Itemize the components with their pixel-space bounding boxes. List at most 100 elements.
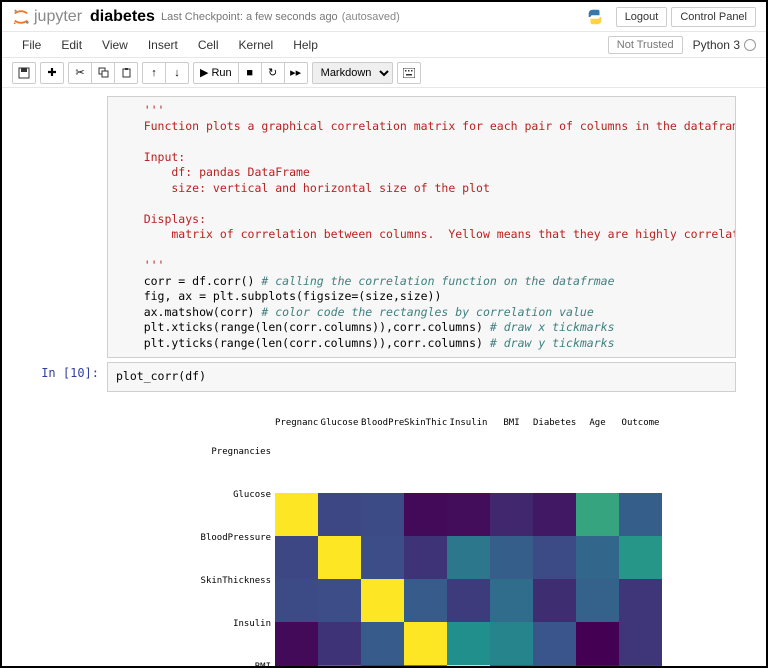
- cell-type-select[interactable]: Markdown: [312, 62, 393, 84]
- heatmap-cell: [576, 493, 619, 536]
- menu-edit[interactable]: Edit: [51, 35, 92, 55]
- heatmap-cell: [361, 536, 404, 579]
- run-label: Run: [211, 67, 231, 79]
- restart-icon: ↻: [268, 66, 277, 79]
- code-cell-body[interactable]: ''' Function plots a graphical correlati…: [107, 96, 736, 358]
- menu-kernel[interactable]: Kernel: [229, 35, 284, 55]
- code-cell[interactable]: In [10]: plot_corr(df): [32, 362, 736, 392]
- jupyter-icon: [12, 8, 30, 26]
- menu-cell[interactable]: Cell: [188, 35, 229, 55]
- code-cell[interactable]: ''' Function plots a graphical correlati…: [32, 96, 736, 358]
- heatmap-cell: [404, 493, 447, 536]
- heatmap-cell: [318, 579, 361, 622]
- move-up-button[interactable]: ↑: [142, 62, 166, 84]
- heatmap-x-label: Age: [576, 417, 619, 429]
- heatmap-cell: [361, 579, 404, 622]
- notebook-container[interactable]: ''' Function plots a graphical correlati…: [2, 88, 766, 666]
- move-down-button[interactable]: ↓: [165, 62, 189, 84]
- stop-icon: ■: [246, 67, 253, 79]
- heatmap-x-label: SkinThickness: [404, 417, 447, 429]
- heatmap-cell: [275, 622, 318, 665]
- interrupt-button[interactable]: ■: [238, 62, 262, 84]
- heatmap-cell: [275, 493, 318, 536]
- jupyter-wordmark: jupyter: [34, 8, 82, 26]
- control-panel-button[interactable]: Control Panel: [671, 7, 756, 27]
- cut-button[interactable]: ✂: [68, 62, 92, 84]
- heatmap-cell: [490, 579, 533, 622]
- kernel-indicator[interactable]: Python 3: [693, 38, 756, 52]
- heatmap-y-label: BMI: [175, 646, 275, 666]
- toolbar: ✚ ✂ ↑ ↓ ▶Run ■ ↻ ▸▸ Markdown: [2, 58, 766, 88]
- jupyter-logo[interactable]: jupyter: [12, 8, 82, 26]
- menu-view[interactable]: View: [92, 35, 138, 55]
- correlation-heatmap: PregnanciesGlucoseBloodPressureSkinThick…: [175, 431, 736, 666]
- heatmap-cell: [576, 536, 619, 579]
- logout-button[interactable]: Logout: [616, 7, 668, 27]
- python-icon: [586, 8, 604, 26]
- heatmap-cell: [447, 665, 490, 666]
- heatmap-cell: [318, 622, 361, 665]
- heatmap-x-label: Glucose: [318, 417, 361, 429]
- heatmap-x-label: Insulin: [447, 417, 490, 429]
- menubar: File Edit View Insert Cell Kernel Help N…: [2, 32, 766, 58]
- kernel-name: Python 3: [693, 38, 740, 52]
- heatmap-cell: [318, 493, 361, 536]
- heatmap-cell: [404, 536, 447, 579]
- plus-icon: ✚: [47, 66, 56, 79]
- restart-run-all-button[interactable]: ▸▸: [284, 62, 308, 84]
- heatmap-cell: [533, 665, 576, 666]
- heatmap-cell: [533, 579, 576, 622]
- heatmap-cell: [490, 665, 533, 666]
- heatmap-cell: [619, 665, 662, 666]
- heatmap-cell: [576, 665, 619, 666]
- heatmap-cell: [447, 622, 490, 665]
- heatmap-cell: [361, 493, 404, 536]
- paste-button[interactable]: [114, 62, 138, 84]
- heatmap-y-label: SkinThickness: [175, 560, 275, 603]
- heatmap-cell: [404, 665, 447, 666]
- code-cell-body[interactable]: plot_corr(df): [107, 362, 736, 392]
- heatmap-cell: [490, 622, 533, 665]
- heatmap-cell: [533, 536, 576, 579]
- save-button[interactable]: [12, 62, 36, 84]
- input-prompt: In [10]:: [32, 362, 107, 392]
- output-cell: PregnanciesGlucoseBloodPressureSkinThick…: [32, 396, 736, 666]
- fast-forward-icon: ▸▸: [290, 66, 301, 79]
- heatmap-cell: [533, 622, 576, 665]
- copy-button[interactable]: [91, 62, 115, 84]
- heatmap-x-label: DiabetesPedigreeFunction: [533, 417, 576, 429]
- heatmap-y-label: Pregnancies: [175, 431, 275, 474]
- restart-button[interactable]: ↻: [261, 62, 285, 84]
- heatmap-cell: [447, 536, 490, 579]
- heatmap-cell: [275, 536, 318, 579]
- heatmap-cell: [361, 665, 404, 666]
- arrow-up-icon: ↑: [151, 67, 157, 79]
- heatmap-cell: [318, 536, 361, 579]
- heatmap-cell: [275, 579, 318, 622]
- notebook-header: jupyter diabetes Last Checkpoint: a few …: [2, 2, 766, 32]
- heatmap-cell: [447, 579, 490, 622]
- run-button[interactable]: ▶Run: [193, 62, 239, 84]
- copy-icon: [98, 67, 109, 78]
- heatmap-cell: [447, 493, 490, 536]
- insert-cell-button[interactable]: ✚: [40, 62, 64, 84]
- command-palette-button[interactable]: [397, 62, 421, 84]
- arrow-down-icon: ↓: [174, 67, 180, 79]
- cut-icon: ✂: [75, 66, 84, 79]
- menu-insert[interactable]: Insert: [138, 35, 188, 55]
- checkpoint-text: Last Checkpoint: a few seconds ago: [161, 11, 338, 23]
- run-icon: ▶: [200, 66, 208, 79]
- heatmap-cell: [404, 579, 447, 622]
- heatmap-x-label: Pregnancies: [275, 417, 318, 429]
- menu-file[interactable]: File: [12, 35, 51, 55]
- output-area: PregnanciesGlucoseBloodPressureSkinThick…: [107, 396, 736, 666]
- kernel-status-icon: [744, 39, 756, 51]
- menu-help[interactable]: Help: [283, 35, 328, 55]
- notebook-name[interactable]: diabetes: [90, 8, 155, 26]
- heatmap-cell: [404, 622, 447, 665]
- heatmap-cell: [619, 536, 662, 579]
- heatmap-cell: [619, 493, 662, 536]
- not-trusted-button[interactable]: Not Trusted: [608, 36, 683, 54]
- heatmap-x-label: Outcome: [619, 417, 662, 429]
- heatmap-cell: [619, 579, 662, 622]
